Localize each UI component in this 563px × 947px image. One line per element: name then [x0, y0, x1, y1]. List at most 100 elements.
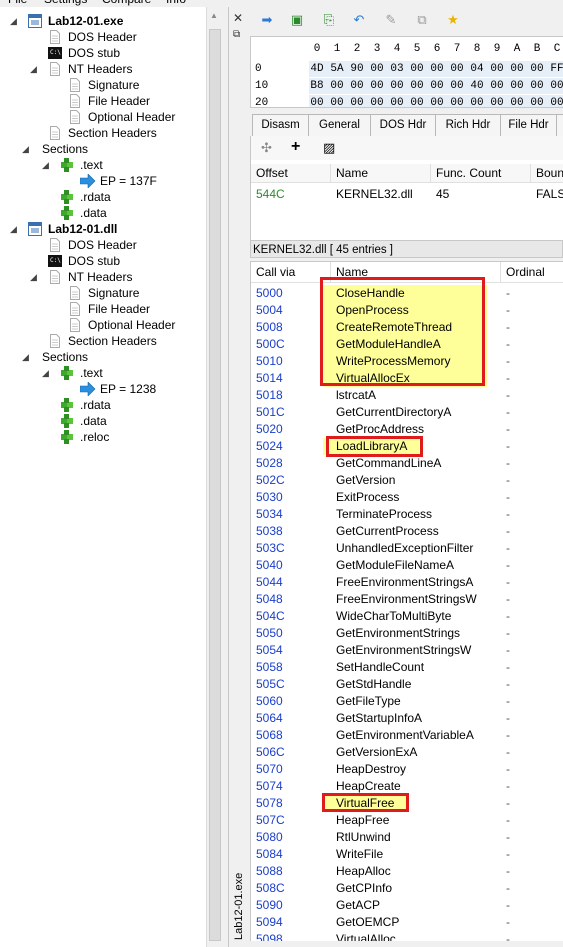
scroll-up-icon[interactable]: ▲: [210, 11, 218, 20]
tab-file-hdr[interactable]: File Hdr: [500, 114, 557, 137]
tree-node[interactable]: C:\ DOS stub: [0, 45, 205, 61]
hex-byte[interactable]: 90: [347, 61, 367, 77]
hex-byte[interactable]: 00: [427, 61, 447, 77]
tree-node[interactable]: .rdata: [0, 189, 205, 205]
add-entry-icon[interactable]: ▨: [323, 140, 335, 156]
list-item[interactable]: 5048 FreeEnvironmentStringsW -: [251, 591, 563, 608]
tree-node[interactable]: Signature: [0, 77, 205, 93]
list-item[interactable]: 502C GetVersion -: [251, 472, 563, 489]
hex-byte[interactable]: 00: [487, 95, 507, 107]
hex-byte[interactable]: 00: [487, 78, 507, 94]
tree-node[interactable]: ◢ Lab12-01.exe: [0, 13, 205, 29]
list-item[interactable]: 508C GetCPInfo -: [251, 880, 563, 897]
hex-byte[interactable]: 04: [467, 61, 487, 77]
hex-byte[interactable]: 00: [507, 78, 527, 94]
hex-byte[interactable]: 00: [527, 78, 547, 94]
hex-row[interactable]: 10 B8 00 00 00 00 00 00 00 40 00 00 00 00: [251, 78, 563, 94]
list-item[interactable]: 5070 HeapDestroy -: [251, 761, 563, 778]
hex-byte[interactable]: 03: [387, 61, 407, 77]
hex-byte[interactable]: 00: [367, 95, 387, 107]
tree-node[interactable]: ◢ NT Headers: [0, 269, 205, 285]
list-item[interactable]: 5080 RtlUnwind -: [251, 829, 563, 846]
tree-node[interactable]: C:\ DOS stub: [0, 253, 205, 269]
move-icon[interactable]: ✣: [261, 140, 272, 156]
list-item[interactable]: 5044 FreeEnvironmentStringsA -: [251, 574, 563, 591]
hex-byte[interactable]: 00: [447, 95, 467, 107]
list-item[interactable]: 5028 GetCommandLineA -: [251, 455, 563, 472]
hex-byte[interactable]: 00: [387, 78, 407, 94]
list-item[interactable]: 5090 GetACP -: [251, 897, 563, 914]
hex-byte[interactable]: 00: [487, 61, 507, 77]
hex-byte[interactable]: 00: [547, 95, 563, 107]
hex-byte[interactable]: 00: [387, 95, 407, 107]
col-ordinal[interactable]: Ordinal: [501, 262, 563, 282]
compare-icon[interactable]: ⧉: [413, 11, 431, 29]
list-item[interactable]: 5060 GetFileType -: [251, 693, 563, 710]
tree-node[interactable]: .rdata: [0, 397, 205, 413]
hex-row[interactable]: 20 00 00 00 00 00 00 00 00 00 00 00 00 00: [251, 95, 563, 107]
hex-byte[interactable]: 00: [407, 78, 427, 94]
list-item[interactable]: 5088 HeapAlloc -: [251, 863, 563, 880]
hex-byte[interactable]: 00: [427, 78, 447, 94]
menu-file[interactable]: File: [8, 0, 27, 6]
menu-compare[interactable]: Compare: [102, 0, 151, 6]
tree-node[interactable]: File Header: [0, 301, 205, 317]
hex-byte[interactable]: 00: [547, 78, 563, 94]
hex-byte[interactable]: 00: [527, 61, 547, 77]
hex-byte[interactable]: 00: [407, 61, 427, 77]
list-item[interactable]: 5030 ExitProcess -: [251, 489, 563, 506]
hex-byte[interactable]: 00: [407, 95, 427, 107]
hex-view[interactable]: 0 1 2 3 4 5 6 7 8 9 A B C 0 4D 5A 90 00 03 00 00 00 04 00 00 00 FF…: [250, 36, 563, 108]
list-item[interactable]: 5050 GetEnvironmentStrings -: [251, 625, 563, 642]
tab-general[interactable]: General: [308, 114, 371, 137]
pin-icon[interactable]: ✎: [382, 11, 400, 29]
tree-node[interactable]: DOS Header: [0, 29, 205, 45]
close-icon[interactable]: ✕: [233, 11, 243, 25]
tree-node[interactable]: ◢ Lab12-01.dll: [0, 221, 205, 237]
tree-node[interactable]: ◢ .text: [0, 157, 205, 173]
tree-scrollbar[interactable]: ▲: [206, 7, 222, 947]
tree-node[interactable]: Signature: [0, 285, 205, 301]
export-icon[interactable]: ⎘: [320, 11, 338, 29]
arrow-right-icon[interactable]: ➡: [258, 11, 276, 29]
hex-byte[interactable]: 00: [327, 95, 347, 107]
list-item[interactable]: 505C GetStdHandle -: [251, 676, 563, 693]
tree-node[interactable]: DOS Header: [0, 237, 205, 253]
vertical-tab-file[interactable]: Lab12-01.exe: [230, 872, 246, 942]
tree-node[interactable]: EP = 1238: [0, 381, 205, 397]
list-item[interactable]: 506C GetVersionExA -: [251, 744, 563, 761]
hex-byte[interactable]: 00: [507, 61, 527, 77]
list-item[interactable]: 503C UnhandledExceptionFilter -: [251, 540, 563, 557]
list-item[interactable]: 501C GetCurrentDirectoryA -: [251, 404, 563, 421]
list-item[interactable]: 5094 GetOEMCP -: [251, 914, 563, 931]
float-icon[interactable]: ⧉: [233, 29, 240, 40]
save-icon[interactable]: ▣: [288, 11, 306, 29]
expand-icon[interactable]: ◢: [42, 157, 52, 173]
expand-icon[interactable]: ◢: [22, 141, 32, 157]
hex-byte[interactable]: 00: [367, 61, 387, 77]
list-item[interactable]: 5084 WriteFile -: [251, 846, 563, 863]
list-item[interactable]: 5034 TerminateProcess -: [251, 506, 563, 523]
hex-byte[interactable]: 00: [347, 78, 367, 94]
list-item[interactable]: 5018 lstrcatA -: [251, 387, 563, 404]
hex-byte[interactable]: 00: [367, 78, 387, 94]
tree-node[interactable]: Optional Header: [0, 317, 205, 333]
col-func-count[interactable]: Func. Count: [431, 164, 531, 182]
menu-settings[interactable]: Settings: [44, 0, 87, 6]
hex-byte[interactable]: FF: [547, 61, 563, 77]
col-name[interactable]: Name: [331, 164, 431, 182]
tree-node[interactable]: ◢ Sections: [0, 141, 205, 157]
col-bound[interactable]: Boun: [531, 164, 563, 182]
hex-byte[interactable]: 00: [427, 95, 447, 107]
tree-node[interactable]: .reloc: [0, 429, 205, 445]
hex-byte[interactable]: 4D: [307, 61, 327, 77]
table-row[interactable]: 544C KERNEL32.dll 45 FALSE: [251, 186, 563, 203]
expand-icon[interactable]: ◢: [30, 269, 40, 285]
hex-byte[interactable]: 40: [467, 78, 487, 94]
hex-byte[interactable]: 00: [447, 61, 467, 77]
tree-node[interactable]: .data: [0, 205, 205, 221]
star-icon[interactable]: ★: [444, 11, 462, 29]
add-icon[interactable]: +: [291, 138, 300, 156]
list-item[interactable]: 5058 SetHandleCount -: [251, 659, 563, 676]
hex-byte[interactable]: 00: [447, 78, 467, 94]
